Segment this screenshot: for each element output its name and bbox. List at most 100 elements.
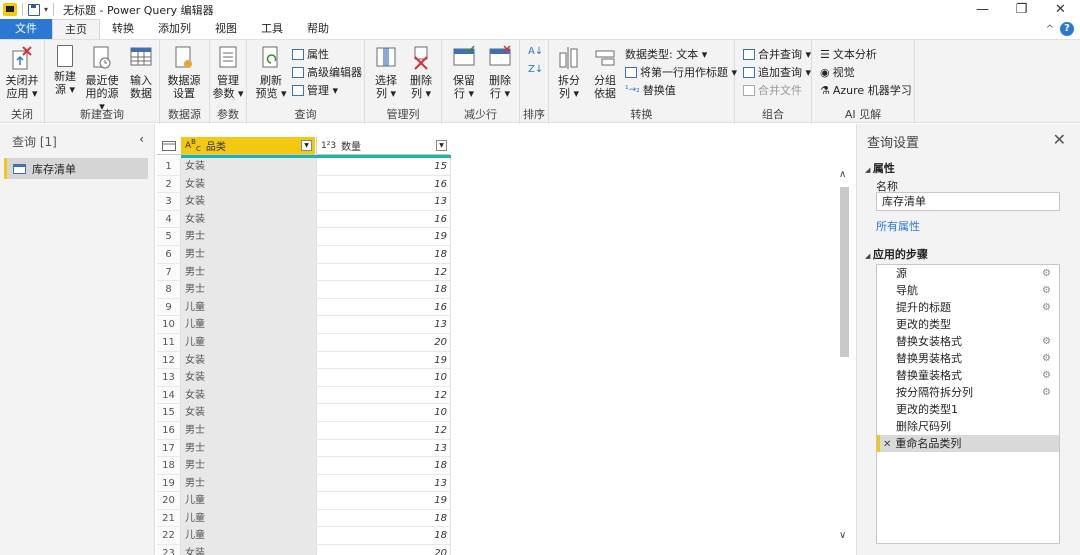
table-menu-button[interactable]	[157, 137, 181, 155]
scroll-down-icon[interactable]: ∨	[839, 530, 846, 541]
properties-header[interactable]: 属性	[865, 160, 895, 176]
table-row[interactable]: 1 女装 15	[157, 158, 451, 176]
properties-button[interactable]: 属性	[292, 46, 329, 62]
category-cell[interactable]: 儿童	[181, 509, 316, 527]
text-analytics-button[interactable]: ☰ 文本分析	[820, 46, 877, 62]
keep-rows-button[interactable]: 保留 行 ▾	[446, 45, 482, 100]
applied-step[interactable]: 提升的标题 ⚙	[877, 299, 1059, 316]
quantity-cell[interactable]: 12	[316, 263, 451, 281]
replace-values-button[interactable]: ¹→₂ 替换值	[625, 82, 676, 98]
quantity-cell[interactable]: 19	[316, 228, 451, 245]
recent-sources-button[interactable]: 最近使 用的源 ▾	[81, 45, 123, 113]
category-cell[interactable]: 女装	[181, 369, 316, 386]
quantity-cell[interactable]: 15	[316, 158, 451, 175]
category-cell[interactable]: 女装	[181, 158, 316, 175]
split-column-button[interactable]: 拆分 列 ▾	[551, 45, 587, 100]
category-cell[interactable]: 男士	[181, 245, 316, 263]
table-row[interactable]: 21 儿童 18	[157, 509, 451, 528]
tab-file[interactable]: 文件	[0, 19, 52, 39]
quantity-cell[interactable]: 13	[316, 193, 451, 210]
delete-step-icon[interactable]: ✕	[883, 439, 891, 450]
collapse-pane-icon[interactable]: ‹	[139, 132, 144, 146]
quantity-cell[interactable]: 20	[316, 333, 451, 351]
category-cell[interactable]: 儿童	[181, 492, 316, 509]
quantity-cell[interactable]: 12	[316, 421, 451, 439]
combine-files-button[interactable]: 合并文件	[743, 82, 802, 98]
remove-rows-button[interactable]: 删除 行 ▾	[482, 45, 518, 100]
quantity-cell[interactable]: 18	[316, 245, 451, 263]
table-row[interactable]: 14 女装 12	[157, 386, 451, 405]
step-settings-gear-icon[interactable]: ⚙	[1042, 350, 1051, 367]
data-source-settings-button[interactable]: 数据源 设置	[166, 45, 202, 100]
applied-step[interactable]: 更改的类型	[877, 316, 1059, 333]
category-cell[interactable]: 女装	[181, 386, 316, 404]
table-row[interactable]: 19 男士 13	[157, 474, 451, 493]
table-row[interactable]: 8 男士 18	[157, 281, 451, 299]
refresh-preview-button[interactable]: 刷新 预览 ▾	[253, 45, 289, 100]
table-row[interactable]: 20 儿童 19	[157, 492, 451, 510]
collapse-ribbon-icon[interactable]: ^	[1046, 24, 1054, 35]
step-settings-gear-icon[interactable]: ⚙	[1042, 265, 1051, 282]
category-cell[interactable]: 女装	[181, 210, 316, 228]
query-name-input[interactable]: 库存清单	[876, 192, 1060, 211]
grid-scrollbar[interactable]: ∧ ∨	[836, 165, 852, 555]
table-row[interactable]: 10 儿童 13	[157, 316, 451, 334]
tab-help[interactable]: 帮助	[295, 19, 341, 39]
table-row[interactable]: 11 儿童 20	[157, 333, 451, 352]
manage-params-button[interactable]: 管理 参数 ▾	[210, 45, 246, 100]
category-cell[interactable]: 女装	[181, 545, 316, 555]
category-cell[interactable]: 男士	[181, 421, 316, 439]
tab-home[interactable]: 主页	[52, 19, 100, 39]
applied-step[interactable]: 替换女装格式 ⚙	[877, 333, 1059, 350]
sort-descending-icon[interactable]: Z↓	[528, 64, 543, 75]
table-row[interactable]: 15 女装 10	[157, 404, 451, 422]
category-cell[interactable]: 女装	[181, 175, 316, 193]
category-cell[interactable]: 女装	[181, 404, 316, 421]
table-row[interactable]: 12 女装 19	[157, 351, 451, 370]
new-source-button[interactable]: 新建 源 ▾	[47, 45, 83, 96]
category-cell[interactable]: 儿童	[181, 527, 316, 545]
table-row[interactable]: 3 女装 13	[157, 193, 451, 211]
applied-step[interactable]: 源 ⚙	[877, 265, 1059, 282]
category-cell[interactable]: 儿童	[181, 316, 316, 333]
table-row[interactable]: 22 儿童 18	[157, 527, 451, 546]
remove-columns-button[interactable]: 删除 列 ▾	[403, 45, 439, 100]
quantity-cell[interactable]: 19	[316, 351, 451, 369]
step-settings-gear-icon[interactable]: ⚙	[1042, 384, 1051, 401]
quantity-cell[interactable]: 10	[316, 404, 451, 421]
minimize-button[interactable]: —	[963, 0, 1002, 19]
quantity-cell[interactable]: 16	[316, 210, 451, 228]
category-cell[interactable]: 男士	[181, 228, 316, 245]
applied-steps-header[interactable]: 应用的步骤	[865, 246, 928, 262]
quantity-cell[interactable]: 18	[316, 527, 451, 545]
query-item[interactable]: 库存清单	[4, 158, 148, 179]
table-row[interactable]: 4 女装 16	[157, 210, 451, 229]
vision-button[interactable]: ◉ 视觉	[820, 64, 855, 80]
quantity-cell[interactable]: 18	[316, 281, 451, 298]
manage-button[interactable]: 管理 ▾	[292, 82, 338, 98]
category-cell[interactable]: 男士	[181, 439, 316, 457]
all-properties-link[interactable]: 所有属性	[876, 218, 920, 234]
quantity-cell[interactable]: 19	[316, 492, 451, 509]
table-row[interactable]: 16 男士 12	[157, 421, 451, 440]
help-icon[interactable]: ?	[1060, 22, 1074, 36]
restore-button[interactable]: ❐	[1002, 0, 1041, 19]
data-type-dropdown[interactable]: 数据类型: 文本 ▾	[625, 46, 707, 62]
tab-add-column[interactable]: 添加列	[146, 19, 203, 39]
quantity-cell[interactable]: 10	[316, 369, 451, 386]
column-header-category[interactable]: ABC 品类 ▼	[181, 137, 315, 155]
scroll-up-icon[interactable]: ∧	[839, 169, 846, 180]
step-settings-gear-icon[interactable]: ⚙	[1042, 299, 1051, 316]
applied-step[interactable]: 删除尺码列	[877, 418, 1059, 435]
table-row[interactable]: 18 男士 18	[157, 457, 451, 475]
table-row[interactable]: 6 男士 18	[157, 245, 451, 264]
table-row[interactable]: 9 儿童 16	[157, 298, 451, 317]
quantity-cell[interactable]: 13	[316, 474, 451, 492]
table-row[interactable]: 2 女装 16	[157, 175, 451, 194]
close-window-button[interactable]: ✕	[1041, 0, 1080, 19]
quantity-cell[interactable]: 18	[316, 457, 451, 474]
azure-ml-button[interactable]: ⚗ Azure 机器学习	[820, 82, 912, 98]
quantity-cell[interactable]: 13	[316, 316, 451, 333]
applied-step[interactable]: 更改的类型1	[877, 401, 1059, 418]
save-icon[interactable]	[28, 3, 40, 16]
